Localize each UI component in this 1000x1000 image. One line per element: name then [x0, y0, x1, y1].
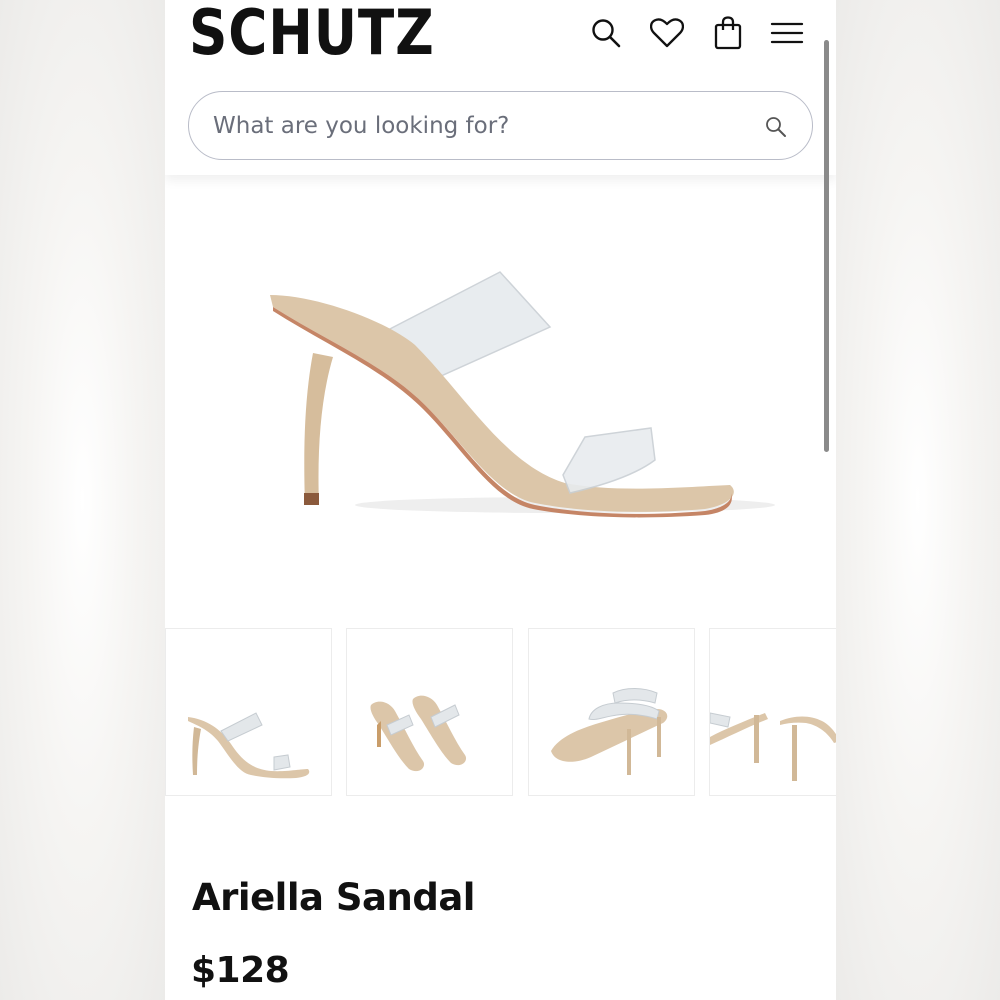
- product-name: Ariella Sandal: [192, 876, 475, 919]
- product-main-image[interactable]: [165, 175, 836, 625]
- thumbnail-heels-rear-view[interactable]: [709, 628, 836, 796]
- blurred-backdrop-right: [836, 0, 1000, 1000]
- search-bar[interactable]: [188, 91, 813, 160]
- shopping-bag-icon[interactable]: [710, 14, 746, 52]
- search-icon[interactable]: [588, 14, 624, 52]
- thumbnail-pair-angled-view[interactable]: [528, 628, 695, 796]
- product-page: SCHUTZ What are you looking for? Ariella…: [165, 0, 836, 1000]
- heart-icon[interactable]: [649, 14, 685, 52]
- thumbnail-pair-top-view[interactable]: [346, 628, 513, 796]
- thumbnail-strip: [165, 628, 836, 798]
- thumbnail-side-view[interactable]: [165, 628, 332, 796]
- page-scrollbar[interactable]: [824, 40, 829, 452]
- search-submit-icon[interactable]: [761, 112, 791, 142]
- blurred-backdrop-left: [0, 0, 165, 1000]
- brand-logo[interactable]: SCHUTZ: [189, 0, 435, 66]
- site-header: SCHUTZ: [165, 0, 836, 175]
- product-price: $128: [191, 950, 290, 991]
- search-input[interactable]: [213, 110, 733, 142]
- menu-icon[interactable]: [769, 14, 805, 52]
